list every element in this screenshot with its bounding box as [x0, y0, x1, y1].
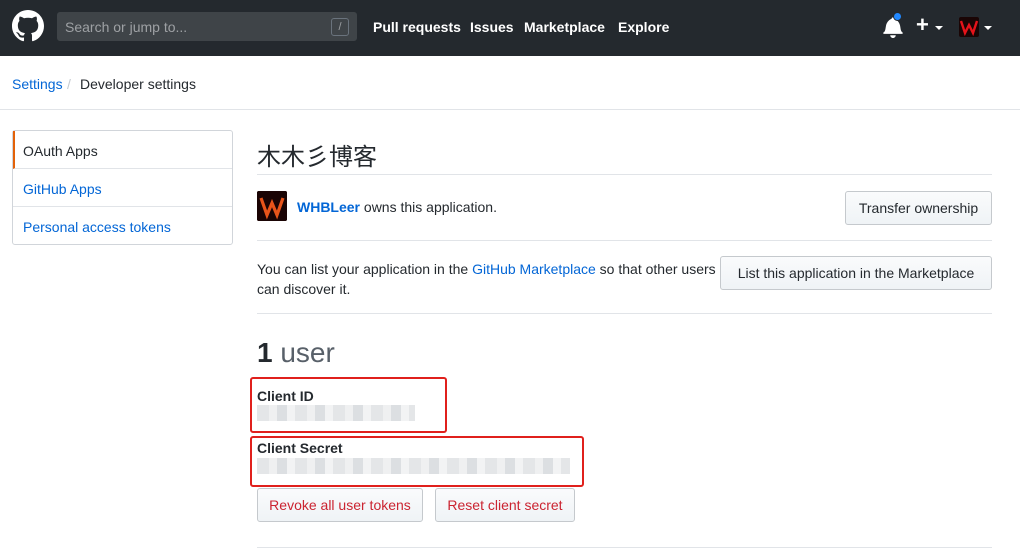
divider: [257, 547, 992, 548]
divider: [257, 240, 992, 241]
owner-suffix: owns this application.: [360, 199, 497, 215]
transfer-ownership-button[interactable]: Transfer ownership: [845, 191, 992, 225]
menu-item-github-apps[interactable]: GitHub Apps: [13, 169, 232, 207]
slash-shortcut-icon: /: [331, 18, 349, 36]
github-logo-icon[interactable]: [12, 10, 44, 42]
client-secret-highlight: [250, 436, 584, 487]
menu-item-label: Personal access tokens: [23, 219, 171, 235]
menu-item-label: OAuth Apps: [23, 143, 98, 159]
search-input[interactable]: Search or jump to... /: [57, 12, 357, 41]
owner-link[interactable]: WHBLeer: [297, 199, 360, 215]
user-avatar[interactable]: [959, 17, 979, 37]
client-id-highlight: [250, 377, 447, 433]
user-count-label: user: [272, 337, 335, 368]
owner-avatar: [257, 191, 287, 221]
breadcrumb: Settings / Developer settings: [0, 56, 1020, 110]
nav-explore[interactable]: Explore: [618, 19, 669, 35]
user-count: 1 user: [257, 337, 335, 369]
github-marketplace-link[interactable]: GitHub Marketplace: [472, 261, 596, 277]
nav-pull-requests[interactable]: Pull requests: [373, 19, 461, 35]
nav-issues[interactable]: Issues: [470, 19, 514, 35]
menu-item-personal-access-tokens[interactable]: Personal access tokens: [13, 207, 232, 245]
global-header: Search or jump to... / Pull requests Iss…: [0, 0, 1020, 56]
list-in-marketplace-button[interactable]: List this application in the Marketplace: [720, 256, 992, 290]
breadcrumb-current: Developer settings: [80, 76, 196, 92]
menu-item-oauth-apps[interactable]: OAuth Apps: [13, 131, 232, 169]
user-count-number: 1: [257, 337, 273, 368]
revoke-all-user-tokens-button[interactable]: Revoke all user tokens: [257, 488, 423, 522]
owner-w-logo-icon: [257, 191, 287, 221]
divider: [257, 313, 992, 314]
breadcrumb-settings-link[interactable]: Settings: [12, 76, 63, 92]
chevron-down-icon: [935, 26, 943, 30]
chevron-down-icon: [984, 26, 992, 30]
search-placeholder: Search or jump to...: [65, 19, 188, 35]
menu-item-label: GitHub Apps: [23, 181, 102, 197]
marketplace-description: You can list your application in the Git…: [257, 259, 727, 299]
create-new-icon[interactable]: +: [916, 14, 929, 36]
avatar-w-logo-icon: [959, 20, 979, 37]
divider: [257, 174, 992, 175]
nav-marketplace[interactable]: Marketplace: [524, 19, 605, 35]
owner-text: WHBLeer owns this application.: [297, 199, 497, 215]
page-title: 木木彡博客: [257, 144, 377, 171]
unread-indicator: [893, 12, 902, 21]
marketplace-text-prefix: You can list your application in the: [257, 261, 473, 277]
developer-settings-menu: OAuth Apps GitHub Apps Personal access t…: [12, 130, 233, 245]
reset-client-secret-button[interactable]: Reset client secret: [435, 488, 575, 522]
breadcrumb-separator: /: [67, 76, 71, 92]
